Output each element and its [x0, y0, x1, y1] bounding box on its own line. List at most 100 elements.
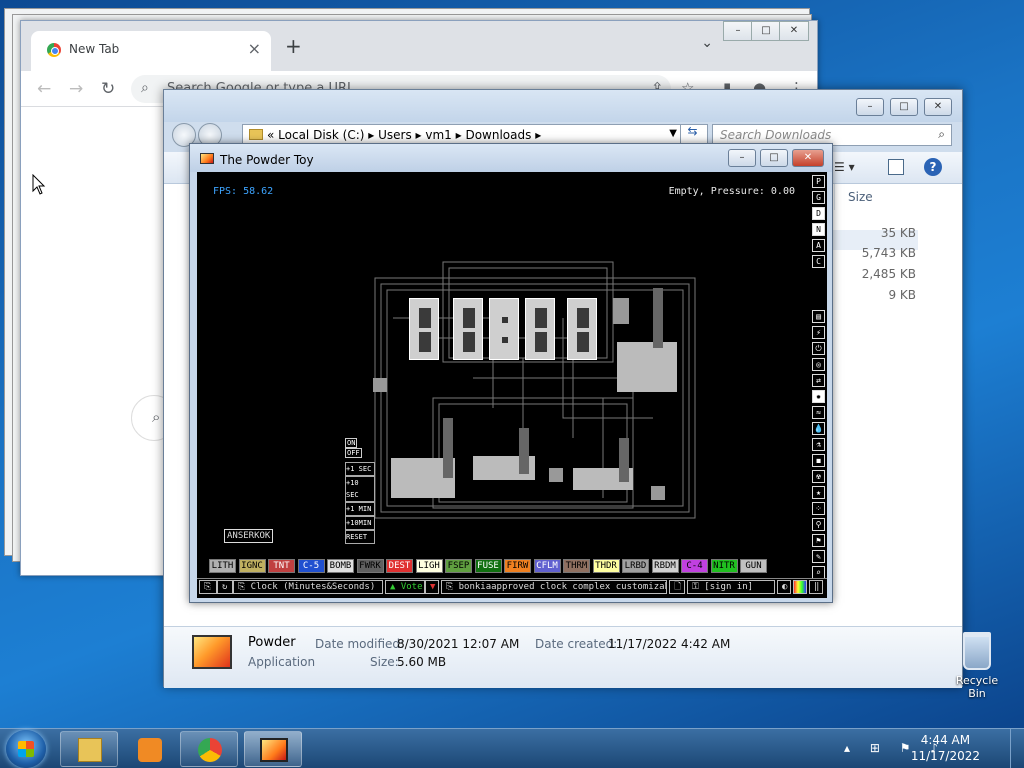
date-created-value: 11/17/2022 4:42 AM [608, 637, 731, 651]
category-radioactive-icon[interactable]: ☢ [812, 470, 825, 483]
size-label: Size: [370, 655, 399, 669]
explorer-titlebar[interactable]: – □ ✕ [164, 90, 962, 122]
chrome-tabstrip: New Tab × + ⌄ – □ ✕ [21, 21, 817, 71]
element-button[interactable]: DEST [386, 559, 413, 573]
close-button[interactable]: ✕ [924, 98, 952, 116]
category-special-icon[interactable]: ★ [812, 486, 825, 499]
pause-sim-button-p[interactable]: P [812, 175, 825, 188]
category-life-icon[interactable]: ⁘ [812, 502, 825, 515]
start-button[interactable] [6, 730, 46, 768]
element-button[interactable]: FUSE [474, 559, 502, 573]
recycle-bin[interactable]: Recycle Bin [947, 632, 1007, 700]
element-button[interactable]: FIRW [504, 559, 531, 573]
element-button[interactable]: RBDM [651, 559, 679, 573]
taskbar-powder-toy[interactable] [244, 731, 302, 767]
minimize-button[interactable]: – [723, 21, 753, 41]
vote-down-button[interactable]: ▼ [425, 580, 439, 594]
renderer-icon[interactable] [793, 580, 807, 594]
element-button[interactable]: BOMB [327, 559, 354, 573]
fps-readout: FPS: 58.62 [213, 186, 274, 197]
tags-button[interactable]: ⎘ bonkiaapproved clock complex customiza… [441, 580, 667, 594]
help-icon[interactable]: ? [924, 158, 942, 176]
element-button[interactable]: FSEP [445, 559, 472, 573]
back-arrow-icon[interactable]: ← [37, 79, 51, 99]
element-button[interactable]: THRM [563, 559, 590, 573]
category-sensors-icon[interactable]: ◎ [812, 358, 825, 371]
search-icon: ⌕ [938, 127, 945, 141]
size-value: 5.60 MB [397, 655, 447, 669]
sign-in-label: [sign in] [704, 582, 754, 592]
element-button[interactable]: LITH [209, 559, 236, 573]
category-solids-icon[interactable]: ◼ [812, 454, 825, 467]
clock[interactable]: 4:44 AM 11/17/2022 [911, 733, 980, 763]
clear-sim-icon[interactable]: 🗋 [669, 580, 685, 594]
minimize-button[interactable]: – [856, 98, 884, 116]
element-button[interactable]: C-5 [297, 559, 325, 573]
element-button[interactable]: FWRK [356, 559, 384, 573]
category-liquids-icon[interactable]: 💧 [812, 422, 825, 435]
taskbar-media-player[interactable] [120, 731, 178, 767]
category-explosives-icon[interactable]: ✹ [812, 390, 825, 403]
element-button[interactable]: LRBD [622, 559, 649, 573]
element-button[interactable]: CFLM [533, 559, 561, 573]
maximize-button[interactable]: □ [760, 149, 788, 167]
preview-pane-icon[interactable] [888, 159, 904, 175]
powder-toy-window[interactable]: The Powder Toy – □ ✕ FPS: 58.62 Empty, P… [189, 143, 833, 603]
category-gases-icon[interactable]: ≈ [812, 406, 825, 419]
sign-in-button[interactable]: ⚿ [sign in] [687, 580, 775, 594]
element-button[interactable]: THDR [592, 559, 620, 573]
new-tab-button[interactable]: + [285, 34, 302, 58]
reload-icon[interactable]: ↻ [101, 79, 115, 99]
address-dropdown-icon[interactable]: ▼ [669, 128, 677, 139]
category-electronics-icon[interactable]: ⚡ [812, 326, 825, 339]
category-powered-icon[interactable]: ⏻ [812, 342, 825, 355]
powder-toy-titlebar[interactable]: The Powder Toy – □ ✕ [190, 144, 832, 172]
category-tools-icon[interactable]: ⚲ [812, 518, 825, 531]
breadcrumb-downloads[interactable]: Downloads [465, 128, 531, 142]
breadcrumb-users[interactable]: Users [378, 128, 412, 142]
element-button[interactable]: LIGH [415, 559, 443, 573]
category-powders-icon[interactable]: ⚗ [812, 438, 825, 451]
forward-arrow-icon[interactable]: → [69, 79, 83, 99]
breadcrumb-vm1[interactable]: vm1 [425, 128, 451, 142]
pause-icon[interactable]: ‖ [809, 580, 823, 594]
maximize-button[interactable]: □ [890, 98, 918, 116]
maximize-button[interactable]: □ [751, 21, 781, 41]
settings-icon[interactable]: ◐ [777, 580, 791, 594]
element-button[interactable]: TNT [268, 559, 295, 573]
chrome-tab-newtab[interactable]: New Tab × [31, 31, 271, 71]
gravity-button-g[interactable]: G [812, 191, 825, 204]
element-button[interactable]: NITR [710, 559, 738, 573]
tab-search-icon[interactable]: ⌄ [701, 35, 713, 51]
display-button-a[interactable]: A [812, 239, 825, 252]
breadcrumb: « Local Disk (C:) ▸ Users ▸ vm1 ▸ Downlo… [249, 128, 541, 142]
simulation-canvas[interactable]: FPS: 58.62 Empty, Pressure: 0.00 P G D N… [197, 172, 827, 598]
category-favorites-icon[interactable]: ⚑ [812, 534, 825, 547]
close-button[interactable]: ✕ [792, 149, 824, 167]
view-options-icon[interactable]: ☰ ▾ [834, 160, 855, 174]
category-walls-icon[interactable]: ▤ [812, 310, 825, 323]
minimize-button[interactable]: – [728, 149, 756, 167]
vote-up-button[interactable]: ▲ Vote [385, 580, 425, 594]
close-button[interactable]: ✕ [779, 21, 809, 41]
element-button[interactable]: IGNC [238, 559, 266, 573]
show-desktop-button[interactable] [1010, 729, 1024, 768]
clock-panel-label: +1 MIN [345, 502, 375, 516]
display-button-n[interactable]: N [812, 223, 825, 236]
element-button[interactable]: GUN [740, 559, 767, 573]
display-button-d[interactable]: D [812, 207, 825, 220]
taskbar-chrome[interactable] [180, 731, 238, 767]
size-column-header[interactable]: Size [848, 190, 873, 204]
element-button[interactable]: C-4 [681, 559, 708, 573]
save-name-button[interactable]: ⎘ Clock (Minutes&Seconds) [233, 580, 383, 594]
close-tab-icon[interactable]: × [248, 39, 261, 58]
breadcrumb-local-disk[interactable]: Local Disk (C:) [278, 128, 364, 142]
clock-date: 11/17/2022 [910, 749, 980, 763]
taskbar-explorer[interactable] [60, 731, 118, 767]
category-decoration-icon[interactable]: ✎ [812, 550, 825, 563]
category-force-icon[interactable]: ⇄ [812, 374, 825, 387]
clock-on-label: ON [345, 438, 358, 448]
reload-icon[interactable]: ↻ [217, 580, 233, 594]
open-save-icon[interactable]: ⎘ [199, 580, 217, 594]
display-button-c[interactable]: C [812, 255, 825, 268]
